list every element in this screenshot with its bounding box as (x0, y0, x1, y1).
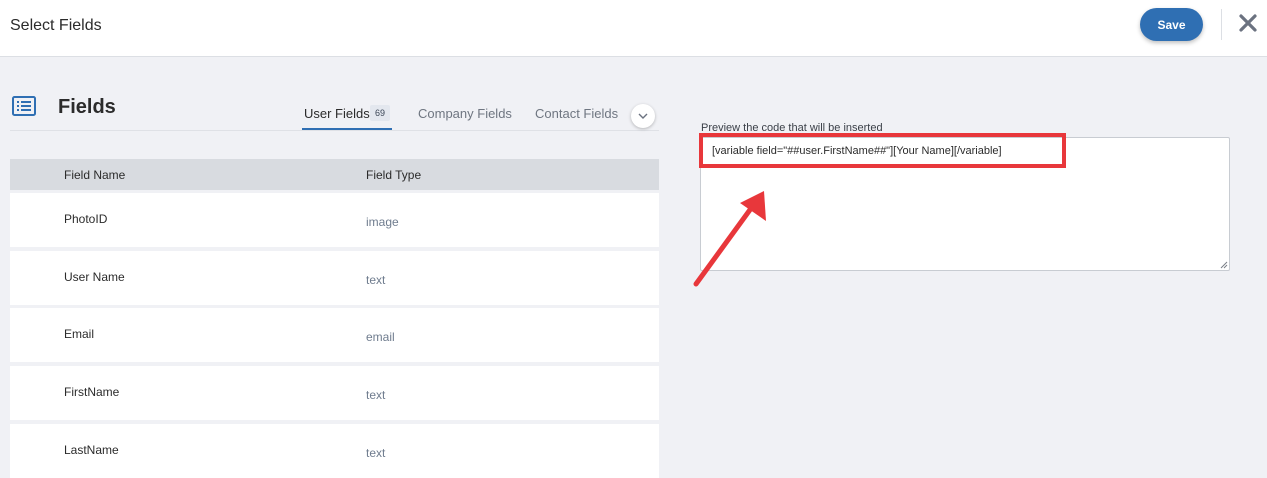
resize-grip-icon[interactable] (1219, 260, 1228, 269)
tab-contact-fields[interactable]: Contact Fields (535, 106, 618, 121)
dialog-title: Select Fields (10, 17, 102, 34)
header-divider (1221, 9, 1222, 40)
field-name-cell: FirstName (64, 385, 120, 399)
annotation-highlight-box (699, 133, 1066, 168)
save-button[interactable]: Save (1140, 8, 1203, 41)
field-name-cell: Email (64, 327, 95, 341)
table-row[interactable]: PhotoID image (10, 193, 659, 247)
annotation-arrow-icon (693, 191, 766, 287)
list-icon (12, 96, 36, 116)
more-tabs-button[interactable] (631, 104, 655, 128)
tab-count-badge: 69 (370, 105, 390, 121)
column-header-field-name[interactable]: Field Name (64, 168, 125, 182)
table-row[interactable]: Email email (10, 308, 659, 362)
field-type-cell: text (366, 446, 386, 460)
field-type-cell: email (366, 330, 395, 344)
field-type-cell: text (366, 273, 386, 287)
tab-user-fields[interactable]: User Fields (304, 106, 370, 121)
field-type-cell: image (366, 215, 399, 229)
dialog-header: Select Fields Save (0, 0, 1267, 57)
table-row[interactable]: User Name text (10, 251, 659, 305)
table-header: Field Name Field Type (10, 159, 659, 190)
table-row[interactable]: LastName text (10, 424, 659, 478)
field-name-cell: LastName (64, 443, 119, 457)
column-header-field-type[interactable]: Field Type (366, 168, 421, 182)
chevron-down-icon (638, 113, 648, 119)
tab-company-fields[interactable]: Company Fields (418, 106, 512, 121)
field-name-cell: PhotoID (64, 212, 108, 226)
field-type-cell: text (366, 388, 386, 402)
heading-divider (10, 130, 659, 131)
active-tab-indicator (302, 128, 392, 130)
table-row[interactable]: FirstName text (10, 366, 659, 420)
close-icon[interactable] (1238, 12, 1258, 34)
field-name-cell: User Name (64, 270, 125, 284)
fields-heading: Fields (58, 96, 116, 118)
